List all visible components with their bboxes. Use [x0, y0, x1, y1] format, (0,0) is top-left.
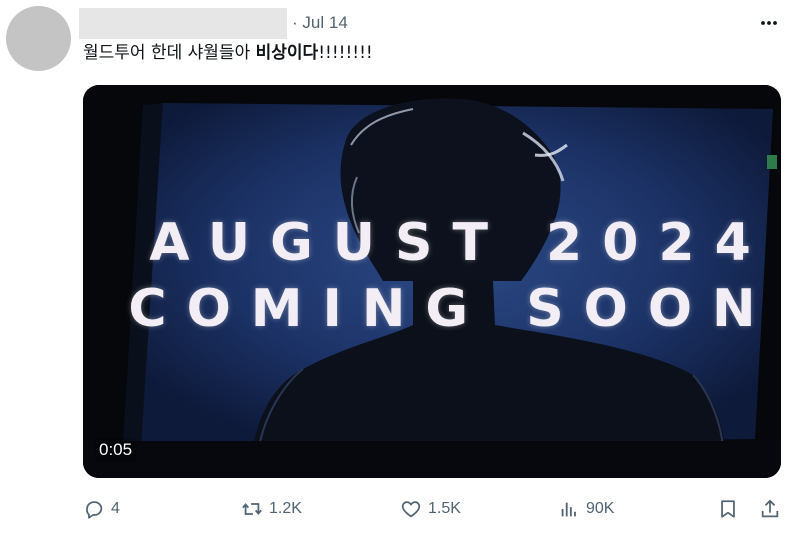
bookmark-icon: [721, 500, 735, 518]
views-icon: [561, 502, 576, 517]
action-bar: 4 1.2K 1.5K 90K: [83, 496, 783, 522]
separator-dot: ·: [292, 13, 298, 32]
like-button[interactable]: 1.5K: [400, 496, 461, 522]
repost-button[interactable]: 1.2K: [241, 496, 302, 522]
share-button[interactable]: [759, 496, 781, 522]
video-title-line1: AUGUST 2024: [149, 213, 771, 273]
post-date[interactable]: Jul 14: [302, 13, 347, 32]
repost-icon: [242, 503, 262, 515]
reply-icon: [86, 501, 103, 519]
redacted-username: [79, 7, 287, 39]
bookmark-button[interactable]: [717, 496, 739, 522]
tweet-text: 월드투어 한데 샤월들아 비상이다!!!!!!!!: [83, 42, 373, 64]
views-count: 90K: [586, 500, 615, 517]
repost-count: 1.2K: [269, 500, 302, 517]
like-count: 1.5K: [428, 500, 461, 517]
tweet-text-tail: !!!!!!!!: [318, 43, 373, 63]
video-duration: 0:05: [95, 438, 137, 462]
more-button[interactable]: [758, 12, 780, 34]
share-icon: [761, 499, 779, 518]
video-title-line2: COMING SOON: [128, 279, 776, 339]
tweet-header: · Jul 14: [79, 7, 348, 39]
more-icon: [761, 21, 777, 25]
avatar[interactable]: [6, 6, 71, 71]
reply-button[interactable]: 4: [83, 496, 120, 522]
timestamp[interactable]: · Jul 14: [292, 13, 348, 33]
video-player[interactable]: AUGUST 2024 COMING SOON 0:05: [83, 85, 781, 478]
tweet-text-bold: 비상이다: [255, 43, 319, 63]
reply-count: 4: [111, 500, 120, 517]
tweet: · Jul 14 월드투어 한데 샤월들아 비상이다!!!!!!!! AUGUS…: [0, 0, 794, 533]
heart-icon: [401, 501, 421, 518]
views-button[interactable]: 90K: [558, 496, 614, 522]
tweet-text-plain: 월드투어 한데 샤월들아: [83, 43, 256, 63]
